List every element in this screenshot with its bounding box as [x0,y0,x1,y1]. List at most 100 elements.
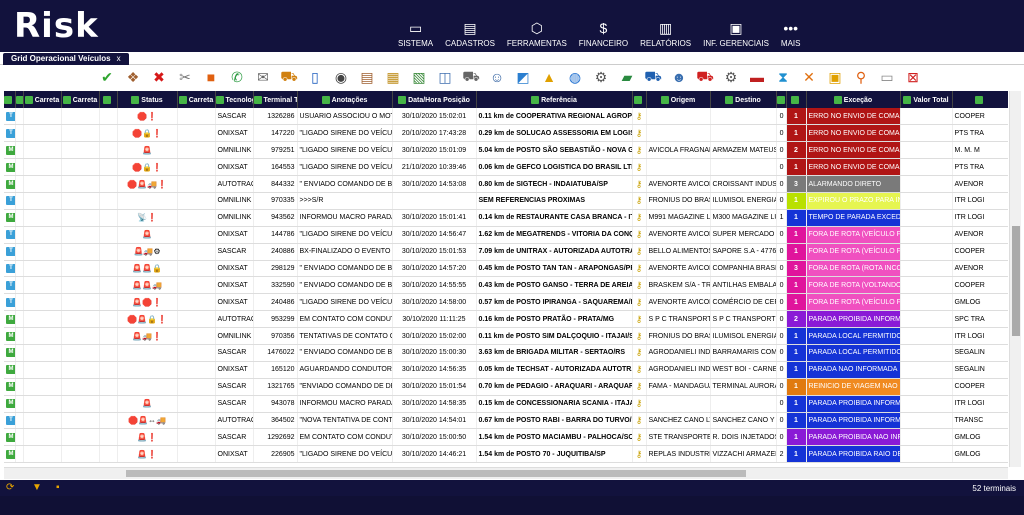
confirm-icon[interactable]: ✔ [96,67,118,87]
truck-icon[interactable]: ⛟ [460,67,482,87]
nav-mais[interactable]: ••• MAIS [775,0,807,52]
filter-icon[interactable] [178,95,187,104]
filter-icon[interactable] [975,95,983,104]
key-icon[interactable]: ⚷ [636,179,643,189]
key-icon[interactable]: ⚷ [636,449,643,459]
filter-icon[interactable] [725,95,734,104]
status-icons[interactable]: 🚨❗ [137,433,157,442]
column-header[interactable]: V [15,91,24,108]
status-icons[interactable]: 🚨🚨🚚 [132,281,162,290]
column-header[interactable]: Referência [476,91,633,108]
key-icon[interactable]: ⚷ [636,381,643,391]
key-icon[interactable]: ⚷ [636,347,643,357]
key-icon[interactable]: ⚷ [636,246,643,256]
vehicle-type-badge[interactable]: M [6,314,14,324]
key-icon[interactable]: ⚷ [636,398,643,408]
table-row[interactable]: M 🚨🚚❗ OMNILINK 970356 TENTATIVAS DE CONTATO … [4,327,1008,345]
table-row[interactable]: T OMNILINK 970335 >>>S/R SEM REFERENCIAS PRO… [4,192,1008,210]
pgr-icon[interactable]: ◫ [434,67,456,87]
config-icon[interactable]: ⚙ [720,67,742,87]
vehicle-type-badge[interactable]: M [6,382,14,392]
column-header[interactable]: Valor Total [900,91,953,108]
status-icons[interactable]: 🚨🚚⚙ [133,247,160,256]
key-icon[interactable]: ⚷ [636,364,643,374]
tab-close-icon[interactable]: x [117,54,121,63]
email-icon[interactable]: ✉ [252,67,274,87]
filter-icon[interactable] [531,95,540,104]
status-icons[interactable]: 🛑🔒❗ [132,163,162,172]
settings-icon[interactable]: ⚙ [590,67,612,87]
scroll-thumb[interactable] [1012,226,1020,336]
keyboard-icon[interactable]: ▬ [746,67,768,87]
column-header[interactable] [4,91,16,108]
table-row[interactable]: M 🛑🔒❗ ONIXSAT 164553 "LIGADO SIRENE DO VEÍCU… [4,158,1008,177]
refresh-icon[interactable]: ⟳ [6,482,14,493]
status-icons[interactable]: 🚨🚚❗ [132,332,162,341]
scroll-thumb[interactable] [126,470,746,477]
status-icons[interactable]: 🚨 [142,230,152,239]
filter-icon[interactable] [833,95,842,104]
column-header[interactable]: Exceção [806,91,901,108]
route-icon[interactable]: ▰ [616,67,638,87]
status-icons[interactable]: 🚨🚨🔒 [132,264,162,273]
vehicle-type-badge[interactable]: M [6,449,14,459]
link-icon[interactable]: ✕ [798,67,820,87]
vehicle-type-badge[interactable]: T [6,128,14,138]
vehicle-type-badge[interactable]: T [6,230,14,240]
filter-icon[interactable] [131,95,140,104]
status-icons[interactable]: 📡❗ [137,213,157,222]
vehicle-type-badge[interactable]: M [6,365,14,375]
table-row[interactable]: M SASCAR1476022" ENVIADO COMANDO DE BLOQU… [4,344,1008,362]
column-header[interactable] [99,91,118,108]
status-icons[interactable]: 🚨 [142,399,152,408]
column-header[interactable]: Terminal T [253,91,298,108]
status-icons[interactable]: 🛑🚨🚚❗ [127,180,167,189]
key-icon[interactable]: ⚷ [636,297,643,307]
table-row[interactable]: T 🚨🚨🔒 ONIXSAT298129" ENVIADO COMANDO DE BL… [4,260,1008,278]
filter-icon[interactable] [253,95,262,104]
column-header[interactable] [952,91,1008,108]
table-row[interactable]: M ONIXSAT 165120 AGUARDANDO CONDUTOR 30/10/2… [4,361,1008,379]
table-row[interactable]: T 🛑🚨⇔🚚 AUTOTRAC 364502 "NOVA TENTATIVA DE CO… [4,412,1008,430]
key-icon[interactable]: ⚷ [636,314,643,324]
status-icons[interactable]: 🛑🚨⇔🚚 [128,416,166,425]
fast-truck-icon[interactable]: ⛟ [642,67,664,87]
key-icon[interactable]: ⚷ [636,263,643,273]
table-row[interactable]: M SASCAR1321765"ENVIADO COMANDO DE DESBLO… [4,378,1008,396]
printer-icon[interactable]: ▭ [876,67,898,87]
vehicle-type-badge[interactable]: M [6,145,14,155]
status-icons[interactable]: 🚨 [142,146,152,155]
alert-icon[interactable]: ▲ [538,67,560,87]
tab-grid-operacional[interactable]: Grid Operacional Veículos x [3,53,129,65]
nav-relat-rios[interactable]: ▥ RELATÓRIOS [634,0,697,52]
tools-icon[interactable]: ✂ [174,67,196,87]
key-icon[interactable]: ⚷ [636,212,643,222]
nav-cadastros[interactable]: ▤ CADASTROS [439,0,501,52]
status-icons[interactable]: 🛑❗ [137,112,157,121]
column-header[interactable]: Tecnolog [215,91,254,108]
filter-icon[interactable] [398,95,407,104]
filter-icon[interactable] [776,95,785,104]
table-row[interactable]: M 🛑🚨🚚❗ AUTOTRAC 844332 " ENVIADO COMANDO DE … [4,175,1008,193]
vehicle-type-badge[interactable]: M [6,331,14,341]
hourglass-icon[interactable]: ⧗ [772,67,794,87]
vehicle-type-badge[interactable]: T [6,280,14,290]
column-header[interactable]: Carreta [177,91,216,108]
vehicle-type-badge[interactable]: T [6,415,14,425]
key-icon[interactable]: ⚷ [636,195,643,205]
filter-icon[interactable] [660,95,669,104]
vehicle-type-badge[interactable]: T [6,111,14,121]
filter-icon[interactable] [321,95,330,104]
table-row[interactable]: T 🚨🛑❗ ONIXSAT 240486 "LIGADO SIRENE DO VEÍCU… [4,293,1008,312]
vehicle-type-badge[interactable]: M [6,399,14,409]
status-icons[interactable]: 🛑🔒❗ [132,129,162,138]
column-header[interactable]: Data/Hora Posição [392,91,477,108]
filter-icon[interactable] [791,95,799,104]
table-row[interactable]: T 🛑🔒❗ ONIXSAT 147220 "LIGADO SIRENE DO VEÍCU… [4,124,1008,143]
column-header[interactable]: Status [117,91,178,108]
vehicle-type-badge[interactable]: M [6,213,14,223]
key-icon[interactable]: ⚷ [636,331,643,341]
key-icon[interactable]: ⚷ [636,111,643,121]
status-icons[interactable]: 🚨❗ [137,450,157,459]
column-header[interactable]: Carreta [23,91,62,108]
